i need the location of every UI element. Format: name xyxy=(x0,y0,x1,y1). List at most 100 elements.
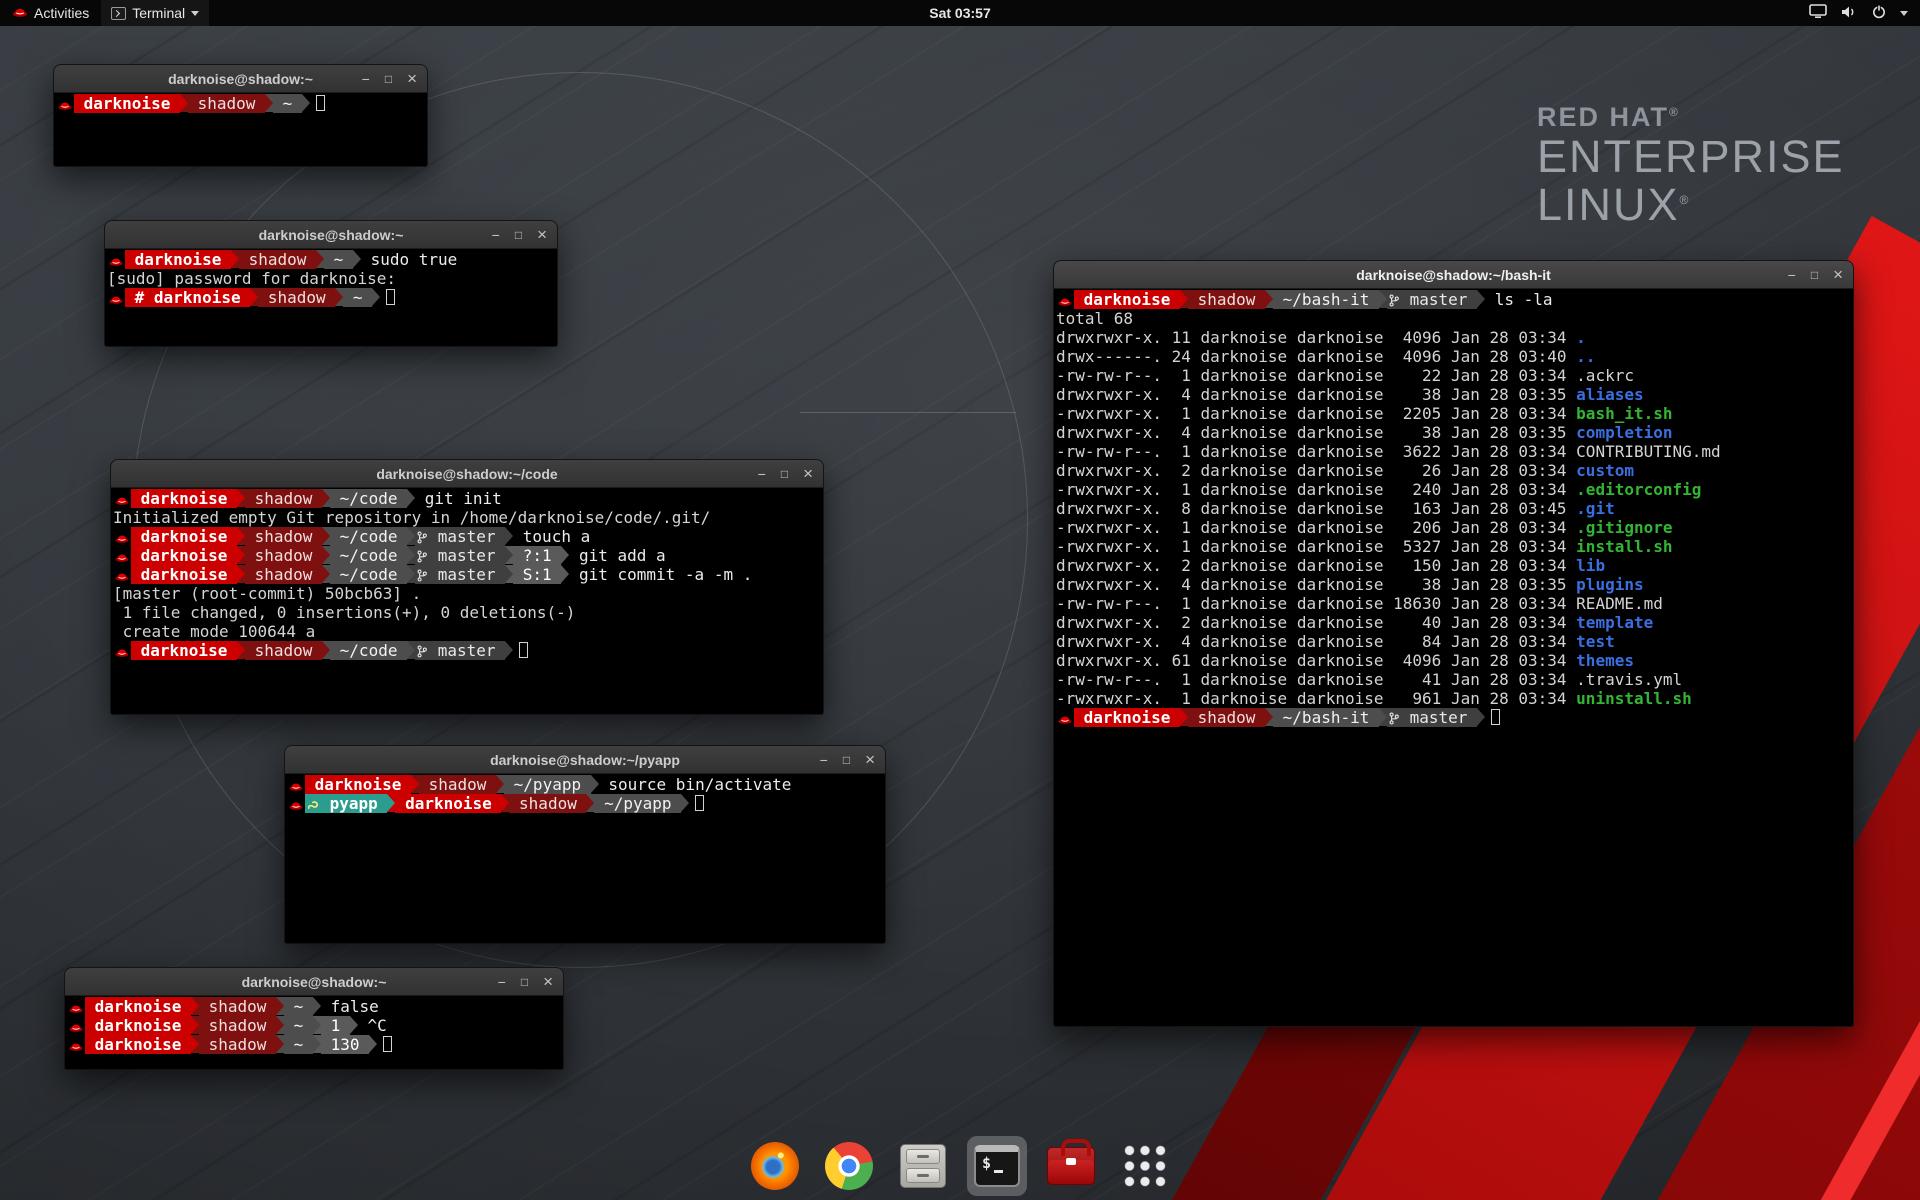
terminal-content[interactable]: darknoise shadow ~/pyapp source bin/acti… xyxy=(285,774,885,942)
window-title: darknoise@shadow:~/code xyxy=(376,466,557,482)
prompt-path-segment: ~/code xyxy=(330,641,407,660)
redhat-icon xyxy=(113,527,131,546)
terminal-content[interactable]: darknoise shadow ~ sudo true[sudo] passw… xyxy=(105,249,557,345)
directory-name: aliases xyxy=(1576,385,1643,404)
powerline-arrow xyxy=(322,641,330,659)
maximize-button[interactable]: □ xyxy=(781,468,788,480)
window-titlebar[interactable]: darknoise@shadow:~ − □ × xyxy=(65,968,563,996)
branding-linux: LINUX® xyxy=(1537,181,1845,229)
prompt-user-segment: darknoise xyxy=(131,546,237,565)
powerline-arrow xyxy=(1379,708,1387,726)
power-icon[interactable] xyxy=(1871,4,1887,22)
terminal-line: darknoise shadow ~/code master ?:1 git a… xyxy=(113,546,821,565)
terminal-content[interactable]: darknoise shadow ~/code git initInitiali… xyxy=(111,488,823,713)
window-titlebar[interactable]: darknoise@shadow:~ − □ × xyxy=(105,221,557,249)
branch-icon xyxy=(417,641,427,660)
git-branch-segment: master xyxy=(415,527,505,546)
activities-button[interactable]: Activities xyxy=(0,0,101,26)
terminal-window[interactable]: darknoise@shadow:~ − □ × darknoise shado… xyxy=(53,64,428,167)
output-text: drwxrwxr-x. 4 darknoise darknoise 38 Jan… xyxy=(1056,423,1576,442)
dock-chrome[interactable] xyxy=(819,1136,879,1196)
dock-firefox[interactable] xyxy=(745,1136,805,1196)
prompt-host-segment: shadow xyxy=(245,527,322,546)
close-button[interactable]: × xyxy=(865,751,875,768)
volume-icon[interactable] xyxy=(1840,5,1858,22)
branch-icon xyxy=(1389,708,1399,727)
terminal-line: darknoise shadow ~/code master S:1 git c… xyxy=(113,565,821,584)
prompt-user-segment: darknoise xyxy=(305,775,411,794)
git-branch-segment: master xyxy=(1387,290,1477,309)
terminal-content[interactable]: darknoise shadow ~/bash-it master ls -la… xyxy=(1054,289,1853,1025)
minimize-button[interactable]: − xyxy=(492,228,500,242)
terminal-cursor xyxy=(1491,709,1500,725)
window-titlebar[interactable]: darknoise@shadow:~/bash-it − □ × xyxy=(1054,261,1853,289)
app-menu-terminal[interactable]: Terminal xyxy=(101,0,209,26)
terminal-line: drwxrwxr-x. 4 darknoise darknoise 38 Jan… xyxy=(1056,385,1851,404)
prompt-user-segment: darknoise xyxy=(1074,290,1180,309)
close-button[interactable]: × xyxy=(543,973,553,990)
software-toolbox-icon xyxy=(1047,1147,1095,1185)
powerline-arrow xyxy=(313,1035,321,1053)
terminal-window[interactable]: darknoise@shadow:~/pyapp − □ × darknoise… xyxy=(284,745,886,944)
terminal-line: -rwxrwxr-x. 1 darknoise darknoise 2205 J… xyxy=(1056,404,1851,423)
powerline-arrow xyxy=(681,794,689,812)
command-text: git commit -a -m . xyxy=(569,565,752,584)
window-titlebar[interactable]: darknoise@shadow:~/code − □ × xyxy=(111,460,823,488)
powerline-arrow xyxy=(191,1016,199,1034)
powerline-arrow xyxy=(586,794,594,812)
dock-terminal[interactable] xyxy=(967,1136,1027,1196)
terminal-content[interactable]: darknoise shadow ~ false darknoise shado… xyxy=(65,996,563,1068)
terminal-line: drwxrwxr-x. 2 darknoise darknoise 40 Jan… xyxy=(1056,613,1851,632)
minimize-button[interactable]: − xyxy=(1788,268,1796,282)
powerline-arrow xyxy=(407,489,415,507)
terminal-line: drwxrwxr-x. 61 darknoise darknoise 4096 … xyxy=(1056,651,1851,670)
powerline-arrow xyxy=(1477,708,1485,726)
dock-appgrid[interactable] xyxy=(1115,1136,1175,1196)
minimize-button[interactable]: − xyxy=(758,467,766,481)
prompt-path-segment: ~/code xyxy=(330,546,407,565)
maximize-button[interactable]: □ xyxy=(843,754,850,766)
terminal-window[interactable]: darknoise@shadow:~ − □ × darknoise shado… xyxy=(104,220,558,347)
maximize-button[interactable]: □ xyxy=(385,73,392,85)
clock[interactable]: Sat 03:57 xyxy=(929,5,990,21)
terminal-window[interactable]: darknoise@shadow:~/code − □ × darknoise … xyxy=(110,459,824,715)
powerline-arrow xyxy=(369,1035,377,1053)
terminal-content[interactable]: darknoise shadow ~ xyxy=(54,93,427,165)
status-segment: S:1 xyxy=(513,565,561,584)
maximize-button[interactable]: □ xyxy=(1811,269,1818,281)
window-titlebar[interactable]: darknoise@shadow:~/pyapp − □ × xyxy=(285,746,885,774)
chevron-down-icon[interactable] xyxy=(1900,11,1908,16)
maximize-button[interactable]: □ xyxy=(521,976,528,988)
close-button[interactable]: × xyxy=(537,226,547,243)
prompt-path-segment: ~/pyapp xyxy=(594,794,681,813)
activities-label: Activities xyxy=(34,5,89,21)
output-text: create mode 100644 a xyxy=(113,622,315,641)
maximize-button[interactable]: □ xyxy=(515,229,522,241)
terminal-line: 1 file changed, 0 insertions(+), 0 delet… xyxy=(113,603,821,622)
firefox-icon xyxy=(751,1142,799,1190)
minimize-button[interactable]: − xyxy=(498,975,506,989)
minimize-button[interactable]: − xyxy=(362,72,370,86)
output-text: -rwxrwxr-x. 1 darknoise darknoise 240 Ja… xyxy=(1056,480,1576,499)
dock-files[interactable] xyxy=(893,1136,953,1196)
redhat-icon xyxy=(1056,708,1074,727)
close-button[interactable]: × xyxy=(407,70,417,87)
close-button[interactable]: × xyxy=(1833,266,1843,283)
powerline-arrow xyxy=(1379,290,1387,308)
terminal-line: drwxrwxr-x. 8 darknoise darknoise 163 Ja… xyxy=(1056,499,1851,518)
executable-name: .editorconfig xyxy=(1576,480,1701,499)
output-text: drwxrwxr-x. 2 darknoise darknoise 26 Jan… xyxy=(1056,461,1576,480)
minimize-button[interactable]: − xyxy=(820,753,828,767)
redhat-icon xyxy=(113,565,131,584)
display-icon[interactable] xyxy=(1809,4,1827,22)
window-titlebar[interactable]: darknoise@shadow:~ − □ × xyxy=(54,65,427,93)
terminal-window[interactable]: darknoise@shadow:~ − □ × darknoise shado… xyxy=(64,967,564,1070)
terminal-window[interactable]: darknoise@shadow:~/bash-it − □ × darknoi… xyxy=(1053,260,1854,1027)
terminal-line: darknoise shadow ~/code git init xyxy=(113,489,821,508)
powerline-arrow xyxy=(335,288,343,306)
close-button[interactable]: × xyxy=(803,465,813,482)
prompt-host-segment: shadow xyxy=(245,641,322,660)
output-text: -rwxrwxr-x. 1 darknoise darknoise 206 Ja… xyxy=(1056,518,1576,537)
powerline-arrow xyxy=(505,546,513,564)
dock-software[interactable] xyxy=(1041,1136,1101,1196)
